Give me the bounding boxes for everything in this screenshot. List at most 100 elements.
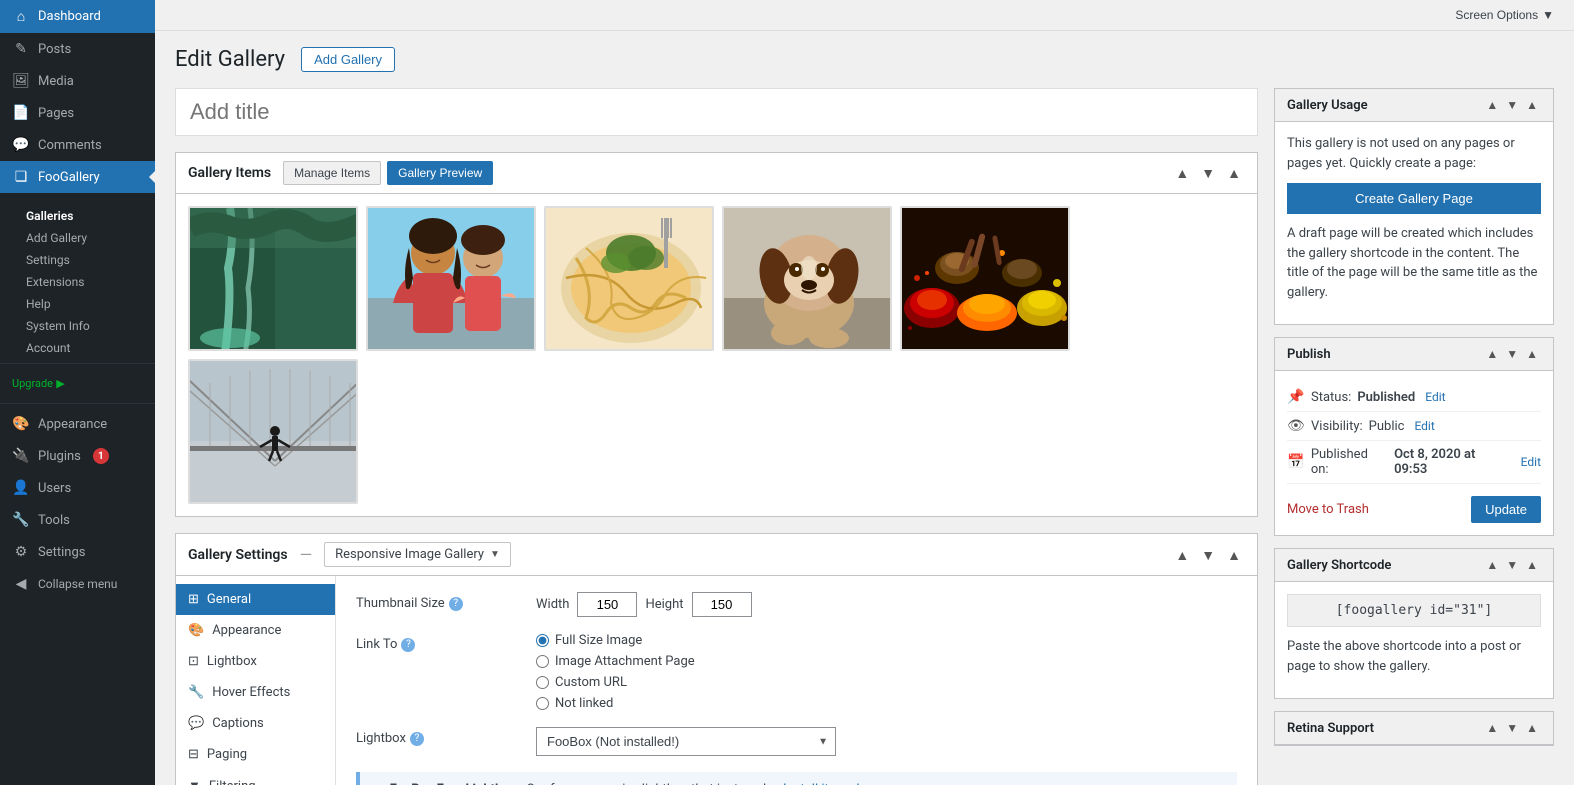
- screen-options-button[interactable]: Screen Options ▼: [1447, 4, 1562, 26]
- shortcode-code[interactable]: [foogallery id="31"]: [1287, 594, 1541, 627]
- sidebar-item-comments[interactable]: 💬 Comments: [0, 129, 155, 161]
- radio-attachment-input[interactable]: [536, 655, 549, 668]
- radio-not-linked-input[interactable]: [536, 697, 549, 710]
- sidebar-item-pages[interactable]: 📄 Pages: [0, 97, 155, 129]
- panel-collapse-up-button[interactable]: ▲: [1171, 163, 1193, 183]
- shortcode-controls: ▲ ▼ ▲: [1483, 557, 1541, 573]
- thumbnail-size-label: Thumbnail Size ?: [356, 592, 516, 611]
- sidebar: ⌂ Dashboard ✎ Posts 🖼 Media 📄 Pages 💬 Co…: [0, 0, 155, 785]
- settings-collapse-down[interactable]: ▼: [1197, 545, 1219, 565]
- sidebar-sub-add-gallery[interactable]: Add Gallery: [0, 227, 155, 249]
- sidebar-sub-settings[interactable]: Settings: [0, 249, 155, 271]
- published-label: Published on:: [1311, 447, 1388, 477]
- sidebar-item-media[interactable]: 🖼 Media: [0, 65, 155, 97]
- add-gallery-button[interactable]: Add Gallery: [301, 47, 395, 72]
- retina-panel: Retina Support ▲ ▼ ▲: [1274, 711, 1554, 746]
- sidebar-item-foogallery[interactable]: ❏ FooGallery: [0, 161, 155, 193]
- radio-custom-input[interactable]: [536, 676, 549, 689]
- sidebar-item-plugins[interactable]: 🔌 Plugins 1: [0, 440, 155, 472]
- image-pasta: [546, 208, 714, 351]
- link-to-help-icon[interactable]: ?: [401, 638, 415, 652]
- publish-down[interactable]: ▼: [1503, 346, 1521, 362]
- sidebar-sub-extensions[interactable]: Extensions: [0, 271, 155, 293]
- settings-nav-captions[interactable]: 💬 Captions: [176, 708, 335, 739]
- image-women: [368, 208, 536, 351]
- settings-nav-general[interactable]: ⊞ General: [176, 584, 335, 615]
- gallery-usage-up[interactable]: ▲: [1483, 97, 1501, 113]
- gallery-usage-panel: Gallery Usage ▲ ▼ ▲ This gallery is not …: [1274, 88, 1554, 325]
- settings-nav-appearance[interactable]: 🎨 Appearance: [176, 615, 335, 646]
- sidebar-item-settings[interactable]: ⚙ Settings: [0, 536, 155, 568]
- sidebar-divider: [0, 363, 155, 364]
- sidebar-sub-account[interactable]: Account: [0, 337, 155, 359]
- hover-icon: 🔧: [188, 685, 204, 700]
- settings-collapse-up[interactable]: ▲: [1171, 545, 1193, 565]
- lightbox-select[interactable]: NoneFooBox (Not installed!)Other: [536, 727, 836, 756]
- shortcode-up[interactable]: ▲: [1483, 557, 1501, 573]
- sidebar-upgrade[interactable]: Upgrade ▶: [0, 368, 155, 399]
- settings-nav-hover-effects[interactable]: 🔧 Hover Effects: [176, 677, 335, 708]
- sidebar-collapse[interactable]: ◀ Collapse menu: [0, 568, 155, 600]
- topbar: Screen Options ▼: [155, 0, 1574, 31]
- radio-full-size[interactable]: Full Size Image: [536, 633, 1237, 648]
- panel-collapse-down-button[interactable]: ▼: [1197, 163, 1219, 183]
- create-gallery-page-button[interactable]: Create Gallery Page: [1287, 183, 1541, 214]
- panel-toggle-button[interactable]: ▲: [1223, 163, 1245, 183]
- settings-nav-lightbox[interactable]: ⊡ Lightbox: [176, 646, 335, 677]
- height-input[interactable]: [692, 592, 752, 617]
- gallery-items-header-left: Gallery Items Manage Items Gallery Previ…: [188, 161, 493, 185]
- gallery-usage-controls: ▲ ▼ ▲: [1483, 97, 1541, 113]
- posts-icon: ✎: [12, 41, 30, 57]
- sidebar-item-posts[interactable]: ✎ Posts: [0, 33, 155, 65]
- gallery-usage-down[interactable]: ▼: [1503, 97, 1521, 113]
- lightbox-help-icon[interactable]: ?: [410, 732, 424, 746]
- update-button[interactable]: Update: [1471, 496, 1541, 523]
- settings-nav: ⊞ General 🎨 Appearance ⊡ Lightbox 🔧: [176, 576, 336, 785]
- status-edit-link[interactable]: Edit: [1425, 390, 1445, 404]
- thumbnail-size-help-icon[interactable]: ?: [449, 597, 463, 611]
- gallery-image-1[interactable]: [188, 206, 358, 351]
- publish-toggle[interactable]: ▲: [1523, 346, 1541, 362]
- shortcode-toggle[interactable]: ▲: [1523, 557, 1541, 573]
- gallery-image-6[interactable]: [188, 359, 358, 504]
- retina-toggle[interactable]: ▲: [1523, 720, 1541, 736]
- gallery-image-3[interactable]: [544, 206, 714, 351]
- gallery-type-select[interactable]: Responsive Image Gallery ▼: [324, 542, 511, 567]
- width-input[interactable]: [577, 592, 637, 617]
- retina-down[interactable]: ▼: [1503, 720, 1521, 736]
- gallery-usage-toggle[interactable]: ▲: [1523, 97, 1541, 113]
- upgrade-icon: ▶: [56, 377, 64, 390]
- settings-nav-paging[interactable]: ⊟ Paging: [176, 739, 335, 770]
- gallery-image-4[interactable]: [722, 206, 892, 351]
- retina-up[interactable]: ▲: [1483, 720, 1501, 736]
- sidebar-divider-2: [0, 403, 155, 404]
- visibility-edit-link[interactable]: Edit: [1414, 419, 1434, 433]
- gallery-image-2[interactable]: [366, 206, 536, 351]
- radio-custom-url[interactable]: Custom URL: [536, 675, 1237, 690]
- gallery-image-5[interactable]: [900, 206, 1070, 351]
- sidebar-item-dashboard[interactable]: ⌂ Dashboard: [0, 0, 155, 33]
- media-icon: 🖼: [12, 73, 30, 89]
- shortcode-down[interactable]: ▼: [1503, 557, 1521, 573]
- appearance-icon: 🎨: [12, 416, 30, 432]
- gallery-preview-tab[interactable]: Gallery Preview: [387, 161, 493, 185]
- settings-nav-filtering[interactable]: ▼ Filtering: [176, 770, 335, 785]
- sidebar-label-tools: Tools: [38, 513, 70, 528]
- settings-toggle[interactable]: ▲: [1223, 545, 1245, 565]
- sidebar-item-tools[interactable]: 🔧 Tools: [0, 504, 155, 536]
- manage-items-tab[interactable]: Manage Items: [283, 161, 381, 185]
- sidebar-sub-help[interactable]: Help: [0, 293, 155, 315]
- title-input[interactable]: [175, 88, 1258, 136]
- radio-attachment-page[interactable]: Image Attachment Page: [536, 654, 1237, 669]
- radio-not-linked[interactable]: Not linked: [536, 696, 1237, 711]
- move-to-trash-link[interactable]: Move to Trash: [1287, 502, 1369, 517]
- sidebar-sub-system-info[interactable]: System Info: [0, 315, 155, 337]
- published-edit-link[interactable]: Edit: [1521, 455, 1541, 469]
- link-to-row: Link To ? Full Size Image: [356, 633, 1237, 711]
- sidebar-item-appearance[interactable]: 🎨 Appearance: [0, 408, 155, 440]
- gallery-type-chevron: ▼: [490, 549, 500, 560]
- publish-up[interactable]: ▲: [1483, 346, 1501, 362]
- filtering-label: Filtering: [209, 779, 256, 785]
- radio-full-size-input[interactable]: [536, 634, 549, 647]
- sidebar-item-users[interactable]: 👤 Users: [0, 472, 155, 504]
